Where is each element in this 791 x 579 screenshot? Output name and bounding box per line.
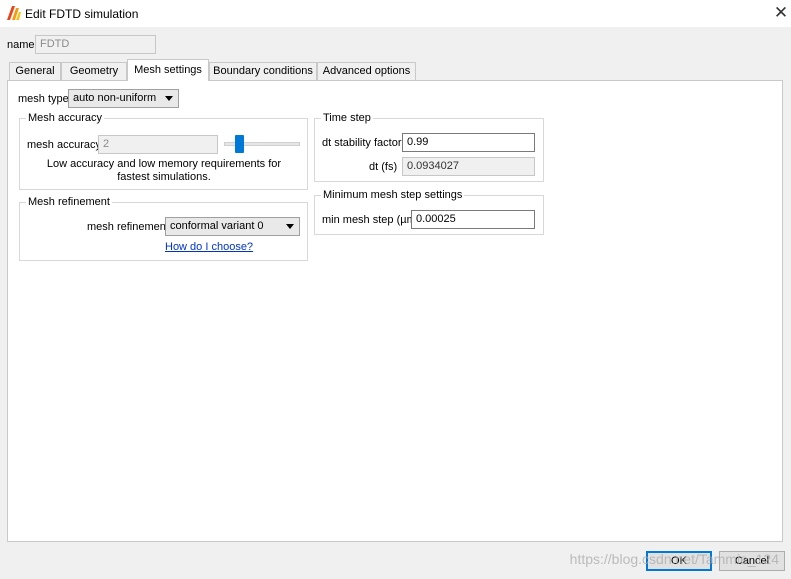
time-step-group: Time step dt stability factor 0.99 dt (f… <box>314 112 544 182</box>
chevron-down-icon <box>286 224 294 229</box>
mesh-type-value: auto non-uniform <box>73 92 157 104</box>
mesh-refinement-label: mesh refinement <box>87 221 169 233</box>
mesh-refinement-group: Mesh refinement mesh refinement conforma… <box>19 196 308 261</box>
mesh-type-select[interactable]: auto non-uniform <box>68 89 179 108</box>
min-mesh-step-group-title: Minimum mesh step settings <box>321 189 465 201</box>
mesh-type-label: mesh type <box>18 93 69 105</box>
chevron-down-icon <box>165 96 173 101</box>
tab-mesh-settings[interactable]: Mesh settings <box>127 59 209 81</box>
mesh-settings-panel: mesh type auto non-uniform Mesh accuracy… <box>7 80 783 542</box>
mesh-refinement-group-title: Mesh refinement <box>26 196 112 208</box>
min-mesh-step-field[interactable]: 0.00025 <box>411 210 535 229</box>
time-step-group-title: Time step <box>321 112 373 124</box>
min-mesh-step-label: min mesh step (µm) <box>322 214 420 226</box>
mesh-refinement-select[interactable]: conformal variant 0 <box>165 217 300 236</box>
how-do-i-choose-link[interactable]: How do I choose? <box>165 241 253 253</box>
tab-geometry[interactable]: Geometry <box>61 62 127 80</box>
dt-label: dt (fs) <box>369 161 398 173</box>
name-field[interactable]: FDTD <box>35 35 156 54</box>
cancel-button[interactable]: Cancel <box>719 551 785 571</box>
mesh-accuracy-group-title: Mesh accuracy <box>26 112 104 124</box>
lumerical-app-icon <box>7 6 21 20</box>
tab-boundary-conditions[interactable]: Boundary conditions <box>209 62 317 80</box>
dt-stability-factor-label: dt stability factor <box>322 137 402 149</box>
window-title: Edit FDTD simulation <box>25 7 139 21</box>
mesh-refinement-value: conformal variant 0 <box>170 220 264 232</box>
mesh-accuracy-group: Mesh accuracy mesh accuracy 2 Low accura… <box>19 112 308 190</box>
mesh-accuracy-field[interactable]: 2 <box>98 135 218 154</box>
mesh-accuracy-description: Low accuracy and low memory requirements… <box>46 158 282 183</box>
min-mesh-step-group: Minimum mesh step settings min mesh step… <box>314 189 544 235</box>
dt-stability-factor-field[interactable]: 0.99 <box>402 133 535 152</box>
mesh-accuracy-label: mesh accuracy <box>27 139 101 151</box>
ok-button[interactable]: OK <box>646 551 712 571</box>
name-label: name <box>7 39 35 51</box>
close-icon[interactable]: ✕ <box>770 2 791 24</box>
mesh-accuracy-slider-handle[interactable] <box>235 135 245 153</box>
dt-field[interactable]: 0.0934027 <box>402 157 535 176</box>
tab-advanced-options[interactable]: Advanced options <box>317 62 416 80</box>
tab-general[interactable]: General <box>9 62 61 80</box>
